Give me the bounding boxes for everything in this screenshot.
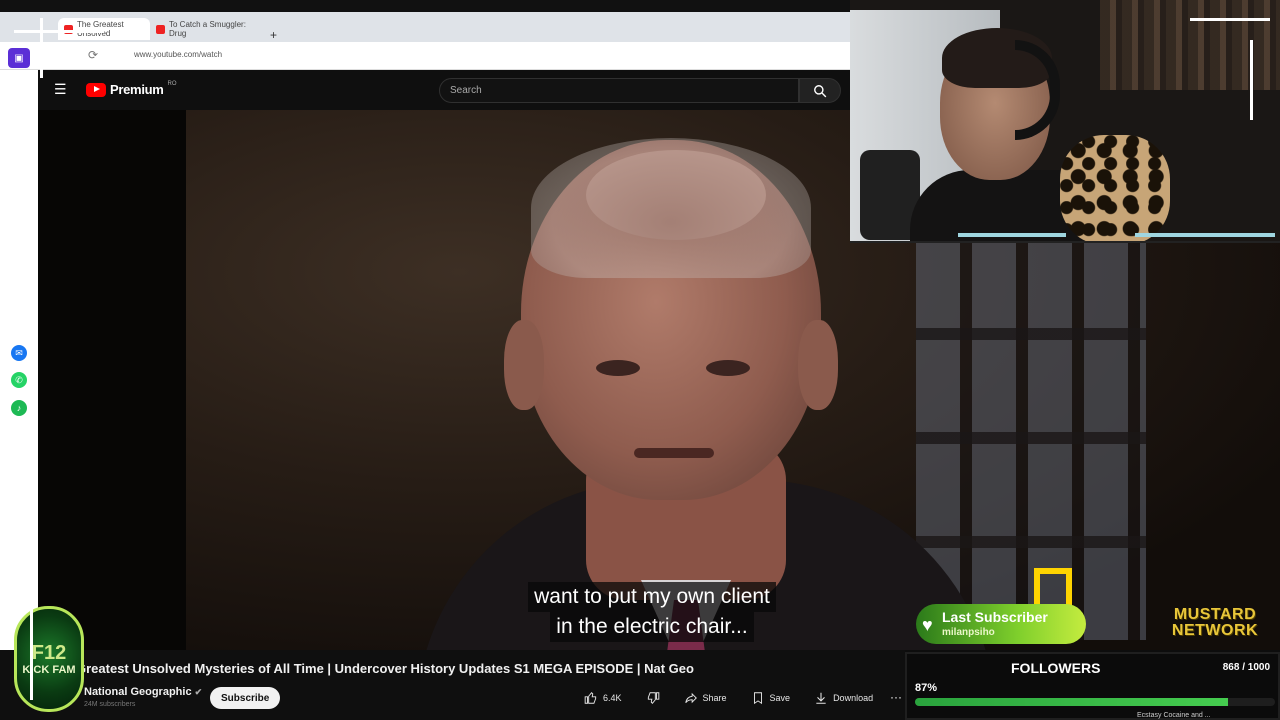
url-text[interactable]: www.youtube.com/watch (134, 50, 222, 59)
download-button[interactable]: Download (802, 687, 885, 709)
search-input[interactable] (440, 79, 798, 102)
channel-name[interactable]: National Geographic ✔ (84, 686, 202, 698)
heart-icon: ♥ (922, 615, 933, 635)
whatsapp-icon[interactable]: ✆ (11, 372, 27, 388)
tab-label: The Greatest Unsolved (77, 20, 124, 38)
webcam-frame-bar (958, 233, 1066, 237)
webcam-bookshelf (1100, 0, 1280, 90)
thumbs-down-icon (647, 692, 659, 704)
video-title: Greatest Unsolved Mysteries of All Time … (76, 661, 694, 676)
thumbs-up-icon (584, 692, 597, 704)
last-subscriber-widget: ♥ Last Subscriber milanpsiho (916, 604, 1086, 644)
save-button[interactable]: Save (739, 687, 803, 709)
search-icon (814, 84, 827, 97)
youtube-play-icon (86, 82, 106, 97)
stream-logo: F12 KICK FAM (14, 606, 86, 714)
tab-label: To Catch a Smuggler: Drug (169, 20, 246, 38)
search-box (439, 78, 799, 103)
share-icon (684, 692, 697, 704)
webcam-frame-bar (1135, 233, 1275, 237)
channel-label[interactable]: National Geographic (84, 686, 192, 698)
spotify-icon[interactable]: ♪ (11, 400, 27, 416)
region-label: RO (167, 80, 177, 87)
verified-icon: ✔ (194, 687, 203, 697)
frame-line (14, 30, 104, 33)
dislike-button[interactable] (634, 687, 672, 709)
download-icon (816, 692, 826, 704)
man-ear-left (504, 320, 544, 410)
subscriber-count: 24M subscribers (84, 701, 136, 708)
followers-progress-track (915, 698, 1275, 706)
followers-count: 868 / 1000 (1222, 662, 1270, 673)
address-bar[interactable]: ⟳ www.youtube.com/watch (0, 42, 850, 70)
mustard-network-logo: MUSTARD NETWORK (1156, 607, 1274, 639)
caption-line-2: in the electric chair... (550, 612, 754, 642)
followers-goal-widget: FOLLOWERS 868 / 1000 87% Ecstasy Cocaine… (905, 652, 1280, 720)
man-hair (531, 138, 811, 278)
network-line-1: MUSTARD (1173, 606, 1257, 623)
last-subscriber-title: Last Subscriber (942, 609, 1048, 625)
save-label: Save (769, 693, 791, 703)
frame-line (40, 18, 43, 78)
subscribe-button[interactable]: Subscribe (210, 687, 281, 709)
messenger-icon[interactable]: ✉ (11, 345, 27, 361)
tab-to-catch-a-smuggler[interactable]: To Catch a Smuggler: Drug (150, 18, 265, 40)
tab-bar: The Greatest Unsolved To Catch a Smuggle… (0, 12, 850, 42)
share-button[interactable]: Share (672, 687, 739, 709)
new-tab-button[interactable]: + (270, 28, 277, 42)
tab-greatest-unsolved[interactable]: The Greatest Unsolved (58, 18, 150, 40)
brand-label: Premium (110, 82, 164, 97)
frame-line (1190, 18, 1270, 21)
more-actions-icon[interactable]: ··· (890, 690, 902, 704)
followers-percent: 87% (915, 682, 938, 694)
download-label: Download (833, 693, 874, 703)
extension-icon[interactable]: ▣ (8, 48, 30, 68)
youtube-favicon-icon (156, 24, 165, 34)
headset-icon (1015, 40, 1060, 140)
youtube-logo[interactable]: Premium RO (86, 80, 177, 97)
window-topbar (0, 0, 850, 12)
bookmark-icon (753, 692, 762, 705)
logo-f12-text: F12 (31, 642, 67, 664)
kick-fam-badge: F12 KICK FAM (14, 606, 84, 712)
reload-icon[interactable]: ⟳ (88, 48, 98, 62)
share-label: Share (702, 693, 727, 703)
caption-line-1: want to put my own client (528, 582, 776, 612)
man-ear-right (798, 320, 838, 410)
man-eye-left (596, 360, 640, 376)
ticker-text: Ecstasy Cocaine and ... (1137, 712, 1211, 719)
search-button[interactable] (799, 78, 841, 103)
followers-title: FOLLOWERS (1011, 660, 1101, 676)
last-subscriber-name: milanpsiho (942, 627, 995, 638)
network-line-2: NETWORK (1171, 622, 1259, 639)
frame-line (1250, 40, 1253, 120)
like-count: 6.4K (603, 693, 622, 703)
youtube-header: ☰ Premium RO (38, 70, 850, 110)
webcam-chair (1060, 135, 1170, 241)
frame-line (30, 580, 33, 700)
webcam-overlay (850, 0, 1280, 243)
video-actions: 6.4K Share Save Download (572, 687, 885, 709)
hamburger-menu-icon[interactable]: ☰ (54, 81, 67, 98)
man-mouth (634, 448, 714, 458)
man-eye-right (706, 360, 750, 376)
followers-progress-fill (915, 698, 1229, 706)
screen: ✉ ✆ ♪ The Greatest Unsolved To Catch a S… (0, 0, 1280, 720)
video-caption: want to put my own client in the electri… (476, 582, 828, 642)
video-info-bar: Greatest Unsolved Mysteries of All Time … (0, 650, 905, 720)
like-button[interactable]: 6.4K (572, 687, 634, 709)
